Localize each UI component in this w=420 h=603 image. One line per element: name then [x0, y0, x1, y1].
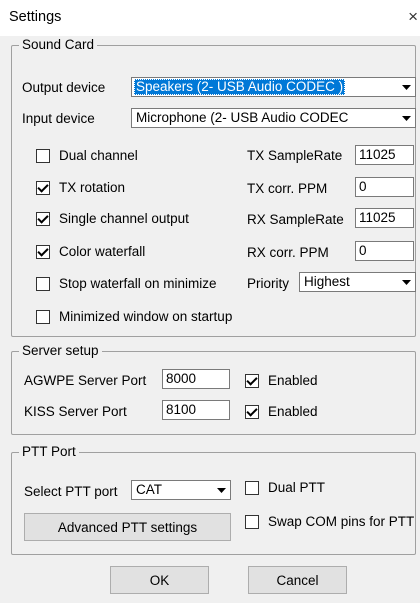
swap-com-pins-label: Swap COM pins for PTT: [268, 514, 415, 529]
ptt-port-legend: PTT Port: [19, 444, 79, 460]
checkbox-box[interactable]: [245, 514, 259, 529]
checkbox-box[interactable]: [36, 276, 50, 291]
kiss-enabled-checkbox[interactable]: Enabled: [245, 404, 318, 419]
server-setup-group: Server setup: [11, 343, 416, 435]
tx-rotation-label: TX rotation: [59, 180, 126, 195]
output-device-value: Speakers (2- USB Audio CODEC ): [134, 79, 346, 95]
ok-button[interactable]: OK: [110, 566, 209, 594]
chevron-down-icon[interactable]: [398, 110, 414, 126]
checkbox-box[interactable]: [36, 244, 50, 259]
priority-label: Priority: [247, 276, 290, 291]
advanced-ptt-settings-button[interactable]: Advanced PTT settings: [24, 513, 231, 541]
swap-com-pins-checkbox[interactable]: Swap COM pins for PTT: [245, 514, 414, 529]
tx-samplerate-field[interactable]: 11025: [355, 145, 414, 165]
kiss-enabled-label: Enabled: [268, 404, 318, 419]
stop-waterfall-checkbox[interactable]: Stop waterfall on minimize: [36, 276, 217, 291]
minimized-startup-checkbox[interactable]: Minimized window on startup: [36, 309, 232, 324]
close-icon[interactable]: ×: [408, 7, 418, 27]
select-ptt-port-label: Select PTT port: [24, 484, 118, 499]
rx-corr-ppm-field[interactable]: 0: [355, 241, 414, 261]
input-device-select[interactable]: Microphone (2- USB Audio CODEC: [131, 108, 416, 128]
input-device-value: Microphone (2- USB Audio CODEC: [136, 110, 349, 125]
window-title: Settings: [9, 9, 62, 25]
checkbox-box[interactable]: [36, 180, 50, 195]
agwpe-enabled-checkbox[interactable]: Enabled: [245, 373, 318, 388]
output-device-label: Output device: [22, 80, 106, 95]
rx-samplerate-label: RX SampleRate: [247, 212, 344, 227]
checkbox-box[interactable]: [245, 480, 259, 495]
dual-channel-checkbox[interactable]: Dual channel: [36, 148, 138, 163]
dual-ptt-checkbox[interactable]: Dual PTT: [245, 480, 325, 495]
checkbox-box[interactable]: [36, 148, 50, 163]
chevron-down-icon[interactable]: [398, 274, 414, 290]
checkbox-box[interactable]: [36, 211, 50, 226]
title-bar: Settings ×: [0, 0, 420, 36]
rx-samplerate-field[interactable]: 11025: [355, 208, 414, 228]
minimized-startup-label: Minimized window on startup: [59, 309, 233, 324]
checkbox-box[interactable]: [245, 373, 259, 388]
tx-rotation-checkbox[interactable]: TX rotation: [36, 180, 125, 195]
sound-card-legend: Sound Card: [19, 37, 98, 53]
tx-corr-ppm-field[interactable]: 0: [355, 177, 414, 197]
stop-waterfall-label: Stop waterfall on minimize: [59, 276, 217, 291]
dual-ptt-label: Dual PTT: [268, 480, 326, 495]
single-channel-output-label: Single channel output: [59, 211, 189, 226]
kiss-port-label: KISS Server Port: [24, 404, 127, 419]
output-device-select[interactable]: Speakers (2- USB Audio CODEC ): [131, 77, 416, 97]
chevron-down-icon[interactable]: [213, 482, 229, 498]
input-device-label: Input device: [22, 111, 95, 126]
color-waterfall-label: Color waterfall: [59, 244, 146, 259]
priority-select[interactable]: Highest: [299, 272, 416, 292]
kiss-port-field[interactable]: 8100: [162, 400, 230, 420]
agwpe-port-field[interactable]: 8000: [162, 369, 230, 389]
tx-corr-ppm-label: TX corr. PPM: [247, 181, 328, 196]
ptt-port-value: CAT: [136, 482, 162, 497]
rx-corr-ppm-label: RX corr. PPM: [247, 245, 329, 260]
cancel-button[interactable]: Cancel: [248, 566, 347, 594]
ptt-port-select[interactable]: CAT: [131, 480, 231, 500]
checkbox-box[interactable]: [36, 309, 50, 324]
checkbox-box[interactable]: [245, 404, 259, 419]
dual-channel-label: Dual channel: [59, 148, 138, 163]
priority-value: Highest: [304, 274, 350, 289]
single-channel-output-checkbox[interactable]: Single channel output: [36, 211, 189, 226]
agwpe-enabled-label: Enabled: [268, 373, 318, 388]
tx-samplerate-label: TX SampleRate: [247, 148, 343, 163]
color-waterfall-checkbox[interactable]: Color waterfall: [36, 244, 145, 259]
chevron-down-icon[interactable]: [398, 79, 414, 95]
server-setup-legend: Server setup: [19, 343, 102, 359]
agwpe-port-label: AGWPE Server Port: [24, 373, 147, 388]
